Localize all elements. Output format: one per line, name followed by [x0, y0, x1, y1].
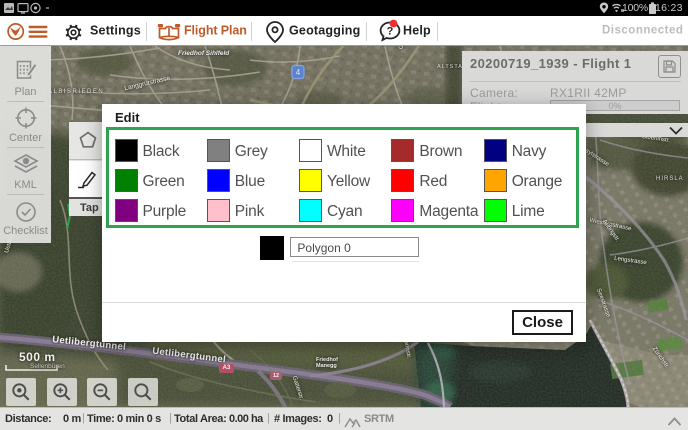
svg-text:?: ?: [387, 26, 394, 38]
svg-text:4: 4: [296, 68, 301, 77]
